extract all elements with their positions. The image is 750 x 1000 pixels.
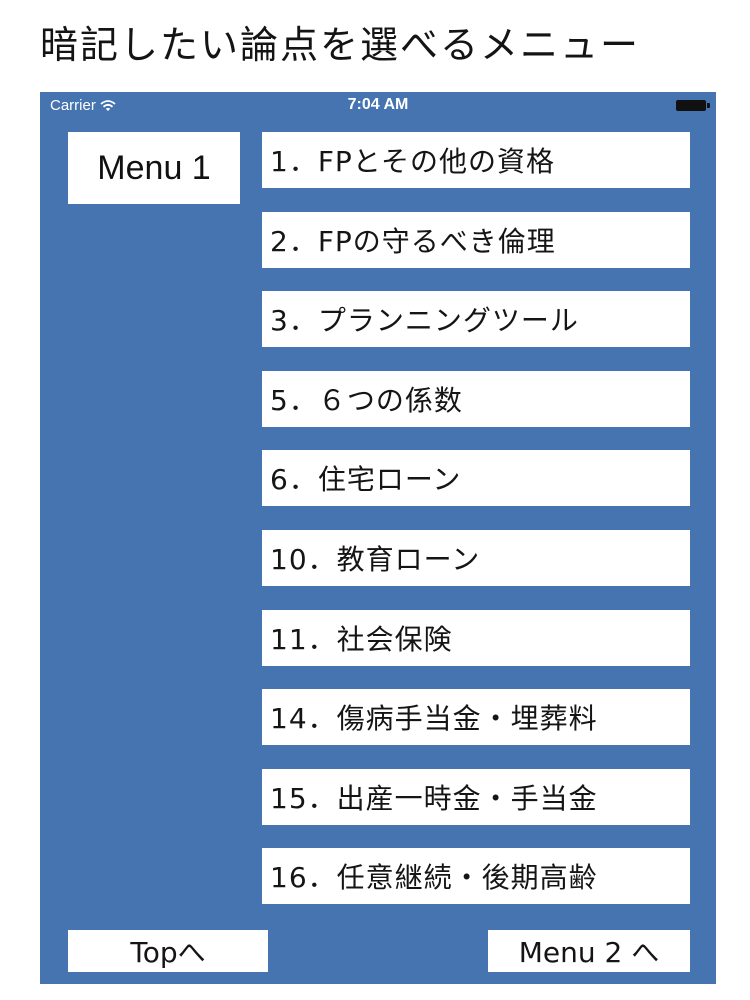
battery-tip — [707, 103, 710, 108]
menu-title-label: Menu 1 — [68, 132, 240, 204]
menu-item-fp-ethics[interactable]: 2．FPの守るべき倫理 — [262, 211, 690, 268]
menu-2-button[interactable]: Menu 2 へ — [488, 930, 690, 972]
menu-item-voluntary-continuation[interactable]: 16．任意継続・後期高齢 — [262, 848, 690, 905]
battery-body — [676, 100, 706, 111]
status-bar: Carrier 7:04 AM — [40, 92, 716, 120]
topic-menu-list: 1．FPとその他の資格 2．FPの守るべき倫理 3．プランニングツール 5．６つ… — [262, 132, 690, 928]
top-button[interactable]: Topへ — [68, 930, 268, 972]
status-time: 7:04 AM — [347, 96, 409, 113]
menu-item-sickness-allowance[interactable]: 14．傷病手当金・埋葬料 — [262, 689, 690, 746]
phone-screen: Carrier 7:04 AM Menu 1 1．FPとその他の資格 2．FPの… — [40, 92, 716, 984]
battery-icon — [676, 100, 710, 111]
menu-item-childbirth-allowance[interactable]: 15．出産一時金・手当金 — [262, 768, 690, 825]
slide-title: 暗記したい論点を選べるメニュー — [40, 23, 641, 67]
menu-item-fp-qualifications[interactable]: 1．FPとその他の資格 — [262, 132, 690, 188]
menu-item-six-coefficients[interactable]: 5．６つの係数 — [262, 370, 690, 427]
menu-item-planning-tools[interactable]: 3．プランニングツール — [262, 291, 690, 348]
menu-item-social-insurance[interactable]: 11．社会保険 — [262, 609, 690, 666]
menu-item-housing-loan[interactable]: 6．住宅ローン — [262, 450, 690, 507]
menu-item-education-loan[interactable]: 10．教育ローン — [262, 529, 690, 586]
